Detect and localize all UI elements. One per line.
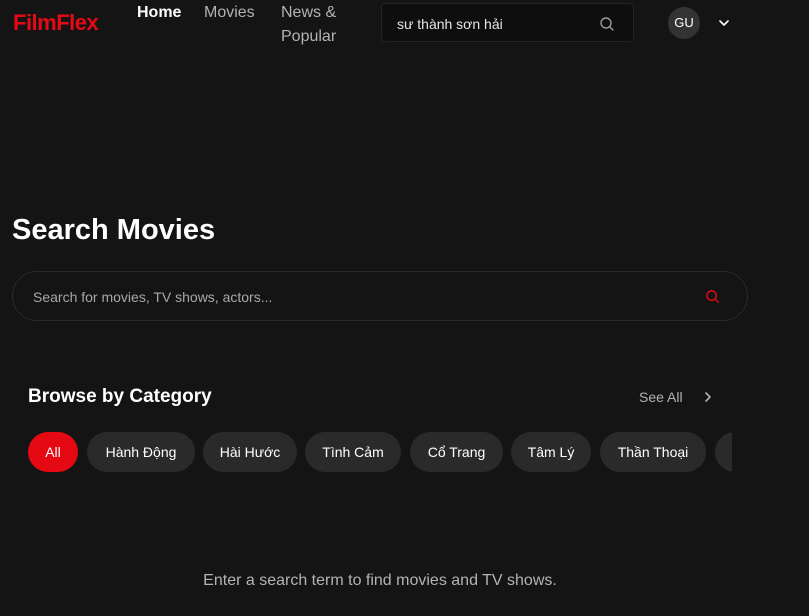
category-chip-tinh-cam[interactable]: Tình Cảm (305, 432, 401, 472)
header-search-input[interactable] (397, 14, 592, 34)
category-chip-than-thoai[interactable]: Thần Thoại (600, 432, 706, 472)
section-title-browse-category: Browse by Category (28, 386, 212, 407)
nav-link-home[interactable]: Home (137, 1, 181, 25)
category-chip-overflow[interactable] (715, 432, 732, 472)
chevron-down-icon[interactable] (716, 15, 732, 31)
category-chip-list: All Hành Động Hài Hước Tình Cảm Cổ Trang… (28, 432, 732, 472)
empty-state-message: Enter a search term to find movies and T… (203, 572, 557, 589)
category-chip-all[interactable]: All (28, 432, 78, 472)
top-navbar: FilmFlex Home Movies News & Popular GU (0, 0, 809, 50)
category-chip-hai-huoc[interactable]: Hài Hước (203, 432, 297, 472)
avatar[interactable]: GU (668, 7, 700, 39)
category-chip-co-trang[interactable]: Cổ Trang (410, 432, 503, 472)
see-all-link[interactable]: See All (639, 388, 683, 406)
category-chip-hanh-dong[interactable]: Hành Động (87, 432, 195, 472)
header-search-box (381, 3, 634, 42)
search-icon[interactable] (705, 289, 720, 304)
chevron-right-icon[interactable] (700, 389, 716, 405)
search-icon[interactable] (599, 16, 615, 32)
logo[interactable]: FilmFlex (13, 10, 99, 36)
nav-link-news-popular[interactable]: News & Popular (281, 1, 361, 49)
main-search-input[interactable] (33, 287, 673, 307)
nav-link-movies[interactable]: Movies (204, 1, 255, 25)
category-chip-tam-ly[interactable]: Tâm Lý (511, 432, 591, 472)
page-title: Search Movies (12, 214, 216, 246)
main-search-box (12, 271, 748, 321)
